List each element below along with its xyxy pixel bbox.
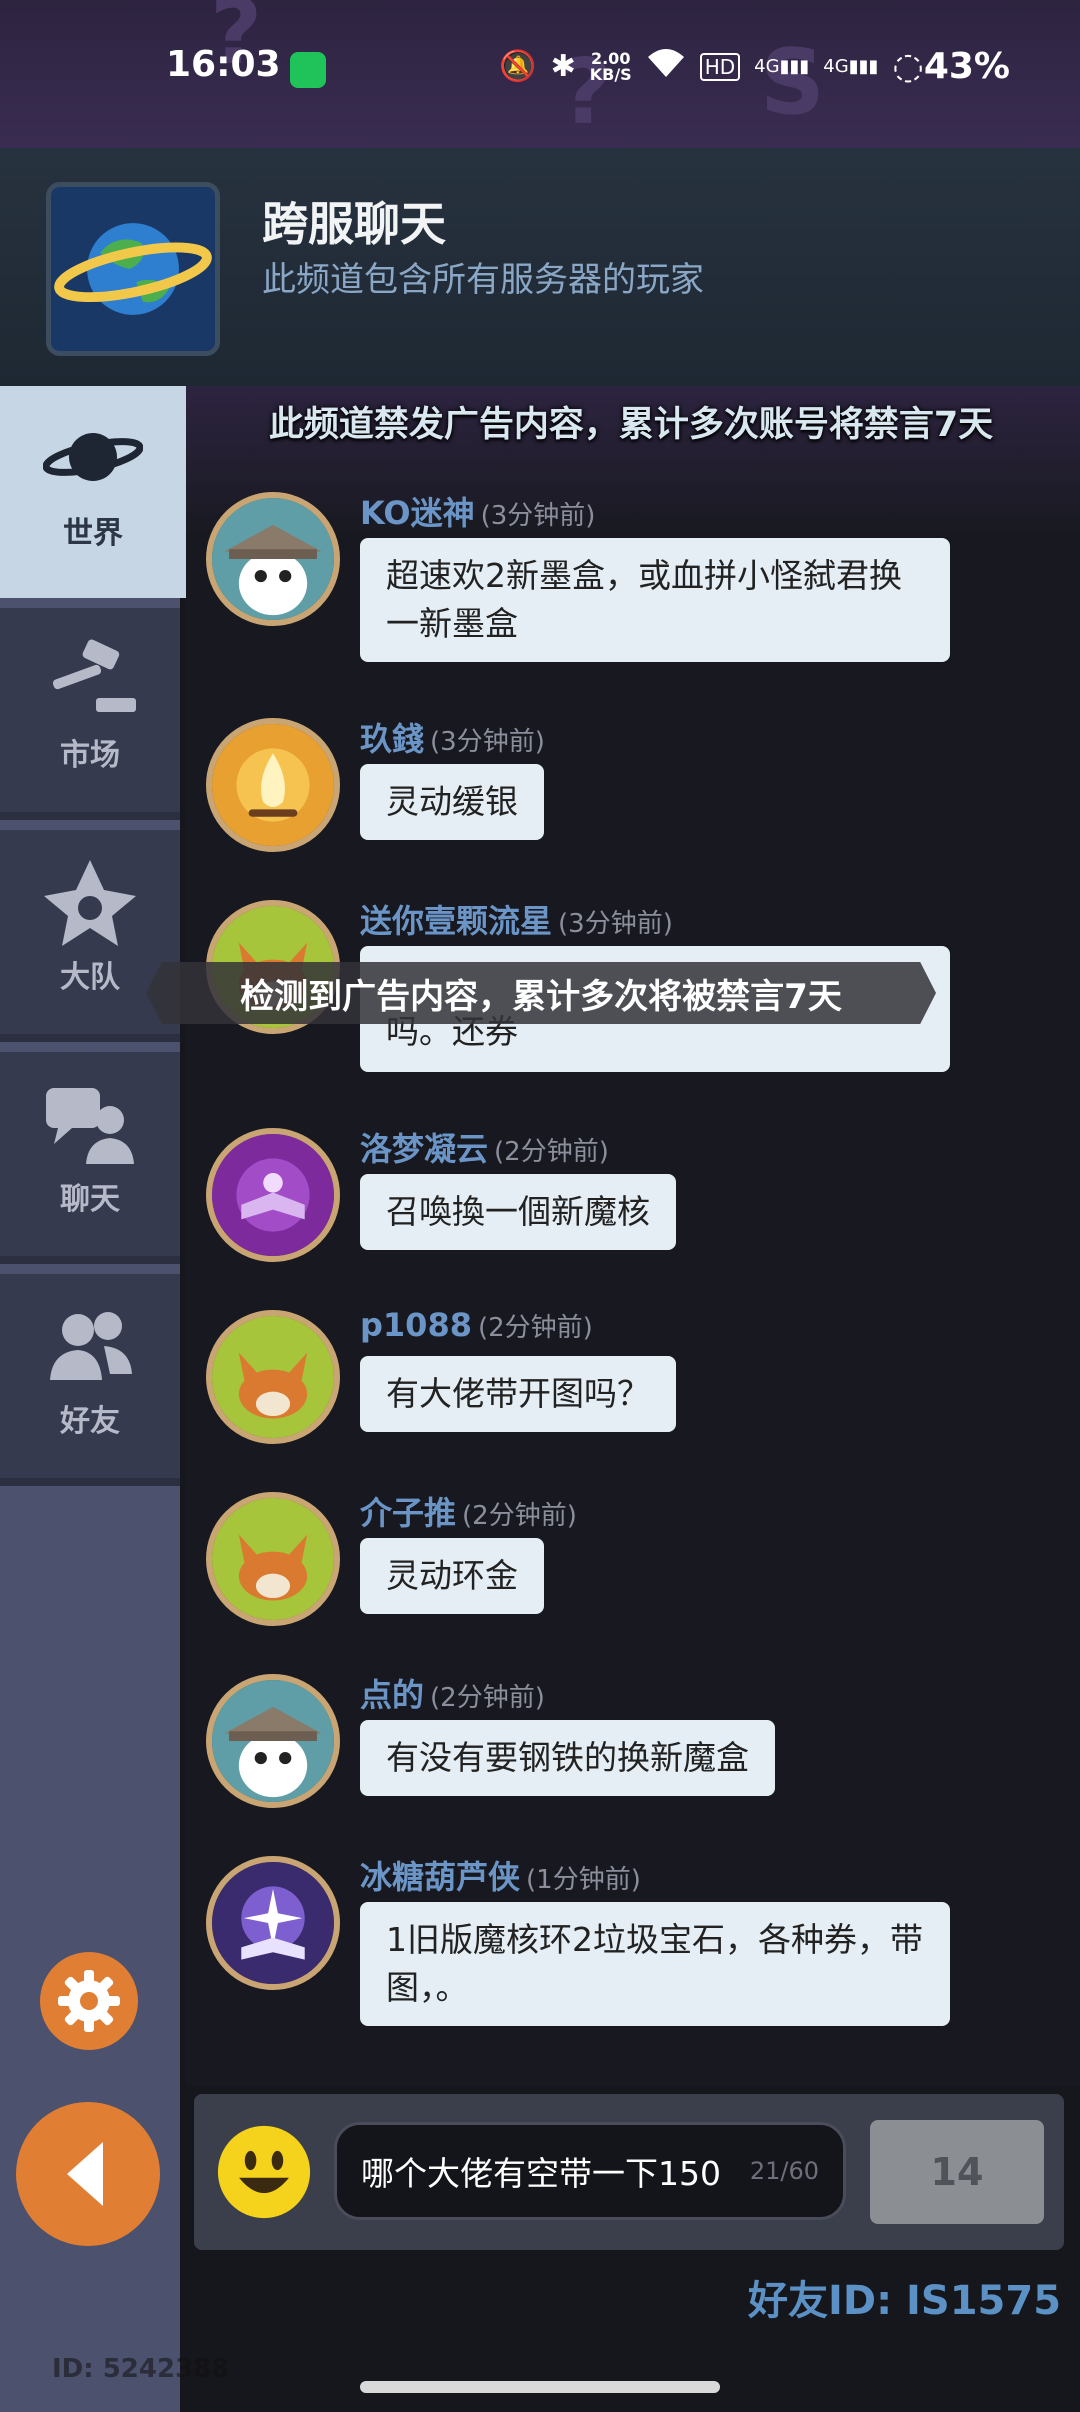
- smiley-icon: [217, 2125, 311, 2219]
- channel-warning-banner: 此频道禁发广告内容，累计多次账号将禁言7天: [268, 405, 994, 445]
- tab-label: 世界: [63, 516, 123, 551]
- device-id: ID: 5242388: [52, 2354, 230, 2384]
- message-time: (2分钟前): [477, 1313, 593, 1343]
- home-indicator[interactable]: [360, 2381, 720, 2393]
- message-input-text: 哪个大佬有空带一下150: [361, 2154, 721, 2193]
- message-bubble[interactable]: 灵动缓银: [360, 764, 544, 840]
- tab-market[interactable]: 市场: [0, 608, 180, 820]
- gear-icon: [58, 1970, 120, 2032]
- wifi-icon: [646, 47, 686, 87]
- star-book-avatar[interactable]: [206, 1856, 340, 1990]
- username[interactable]: 玖錢 (3分钟前): [360, 714, 545, 760]
- message-bubble[interactable]: 灵动环金: [360, 1538, 544, 1614]
- friends-icon: [40, 1300, 140, 1390]
- magic-book-avatar[interactable]: [206, 1128, 340, 1262]
- channel-title: 跨服聊天: [262, 197, 446, 251]
- friend-id: 好友ID: IS1575: [748, 2278, 1062, 2324]
- tab-world[interactable]: 世界: [0, 386, 186, 598]
- username[interactable]: 介子推 (2分钟前): [360, 1488, 577, 1534]
- ad-warning-toast: 检测到广告内容，累计多次将被禁言7天: [146, 962, 936, 1024]
- settings-gear-button[interactable]: [40, 1952, 138, 2050]
- message-time: (3分钟前): [558, 909, 673, 939]
- tab-label: 市场: [60, 738, 120, 773]
- username[interactable]: 送你壹颗流星 (3分钟前): [360, 896, 673, 942]
- fox-avatar[interactable]: [206, 1492, 340, 1626]
- battery-level: ◌43%: [892, 46, 1010, 87]
- back-button[interactable]: [16, 2102, 160, 2246]
- mute-icon: 🔕: [499, 49, 537, 84]
- username[interactable]: 点的 (2分钟前): [360, 1670, 545, 1716]
- planet-icon: [46, 182, 220, 356]
- username[interactable]: KO迷神 (3分钟前): [360, 488, 595, 534]
- tab-label: 聊天: [60, 1182, 120, 1217]
- message-input[interactable]: 哪个大佬有空带一下150 21/60: [334, 2122, 846, 2220]
- message-bubble[interactable]: 1旧版魔核环2垃圾宝石，各种券，带图，。: [360, 1902, 950, 2026]
- fox-avatar[interactable]: [206, 1310, 340, 1444]
- emoji-button[interactable]: [216, 2124, 312, 2220]
- bluetooth-icon: ✱: [550, 49, 576, 84]
- message-time: (2分钟前): [462, 1501, 577, 1531]
- tab-label: 好友: [60, 1404, 120, 1439]
- campfire-avatar[interactable]: [206, 718, 340, 852]
- tab-chat[interactable]: 聊天: [0, 1052, 180, 1264]
- username[interactable]: 洛梦凝云 (2分钟前): [360, 1124, 609, 1170]
- network-speed: 2.00 KB/S: [589, 48, 632, 84]
- status-bar: 16:03 🔕 ✱ 2.00 KB/S HD 4G▮▮▮ 4G▮▮▮ ◌43%: [0, 0, 1080, 140]
- tab-guild[interactable]: 大队: [0, 830, 180, 1042]
- char-counter: 21/60: [749, 2157, 819, 2185]
- username[interactable]: p1088 (2分钟前): [360, 1306, 593, 1344]
- message-time: (3分钟前): [480, 501, 596, 531]
- message-time: (2分钟前): [494, 1137, 609, 1167]
- message-bubble[interactable]: 超速欢2新墨盒，或血拼小怪弑君换一新墨盒: [360, 538, 950, 662]
- back-arrow-icon: [67, 2142, 103, 2206]
- message-bubble[interactable]: 有大佬带开图吗？: [360, 1356, 676, 1432]
- send-button[interactable]: 14: [870, 2120, 1044, 2224]
- hat-cat-avatar[interactable]: [206, 1674, 340, 1808]
- hd-icon: HD: [699, 52, 741, 81]
- chat-icon: [40, 1078, 140, 1168]
- tab-friends[interactable]: 好友: [0, 1274, 180, 1486]
- hat-cat-avatar[interactable]: [206, 492, 340, 626]
- chat-input-bar: 哪个大佬有空带一下150 21/60 14: [194, 2094, 1064, 2250]
- signal-icon-2: 4G▮▮▮: [823, 56, 879, 77]
- message-time: (3分钟前): [430, 727, 545, 757]
- message-time: (1分钟前): [526, 1865, 641, 1895]
- message-bubble[interactable]: 有没有要钢铁的换新魔盒: [360, 1720, 775, 1796]
- notification-app-icon: [290, 52, 326, 88]
- planet-icon: [42, 412, 144, 502]
- guild-icon: [40, 856, 140, 946]
- status-time: 16:03: [166, 44, 281, 85]
- status-icons: 🔕 ✱ 2.00 KB/S HD 4G▮▮▮ 4G▮▮▮ ◌43%: [499, 46, 1010, 87]
- message-time: (2分钟前): [430, 1683, 545, 1713]
- signal-icon-1: 4G▮▮▮: [754, 56, 810, 77]
- channel-header: 跨服聊天 此频道包含所有服务器的玩家: [0, 148, 1080, 386]
- username[interactable]: 冰糖葫芦侠 (1分钟前): [360, 1852, 641, 1898]
- gavel-icon: [40, 634, 140, 724]
- message-bubble[interactable]: 召喚換一個新魔核: [360, 1174, 676, 1250]
- channel-subtitle: 此频道包含所有服务器的玩家: [262, 260, 704, 300]
